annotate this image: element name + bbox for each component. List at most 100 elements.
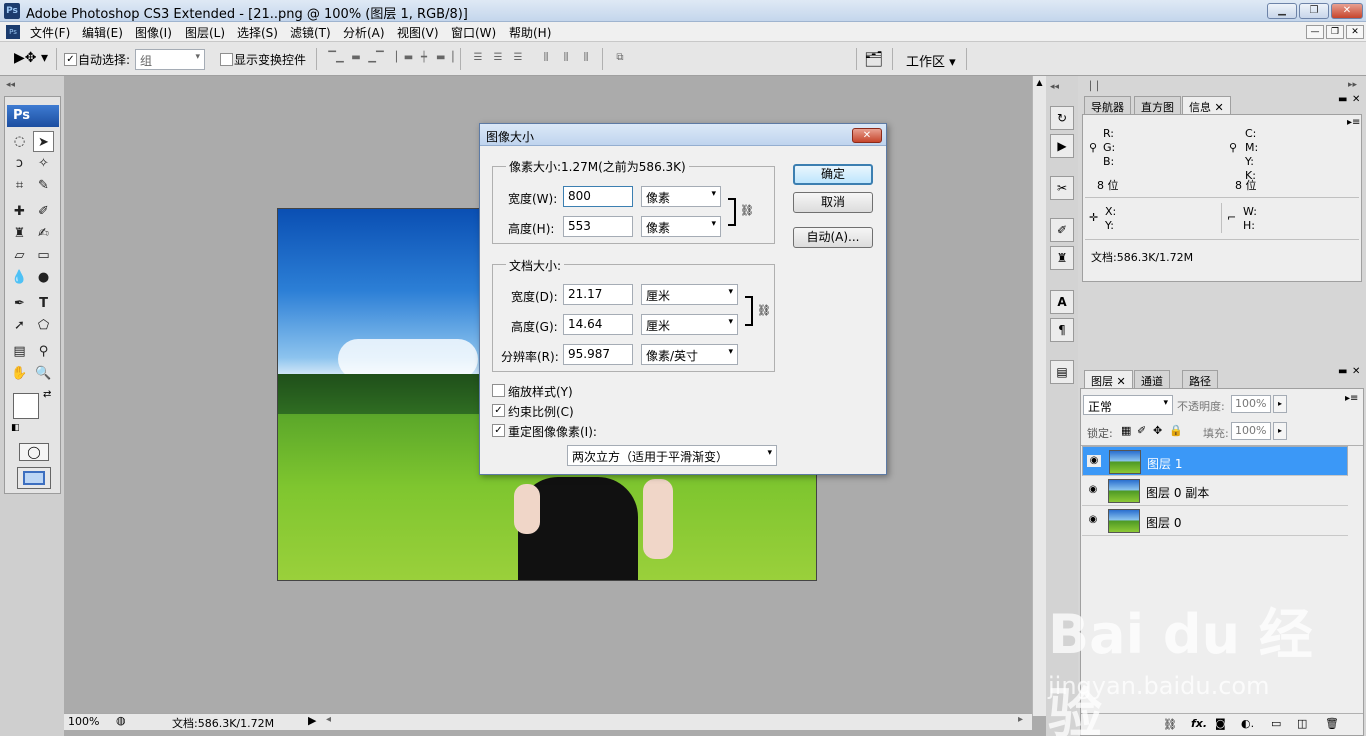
shape-tool-icon[interactable]: ⬠ — [33, 315, 54, 336]
close-button[interactable]: ✕ — [1331, 3, 1363, 19]
doc-width-unit-dropdown[interactable]: 厘米 ▾ — [641, 284, 738, 305]
lasso-tool-icon[interactable]: ↄ — [9, 153, 30, 174]
clone-source-icon[interactable]: ♜ — [1050, 246, 1074, 270]
lock-pixels-icon[interactable]: ✐ — [1137, 424, 1146, 437]
tab-histogram[interactable]: 直方图 — [1134, 96, 1181, 114]
opacity-input[interactable]: 100% — [1231, 395, 1271, 413]
zoom-tool-icon[interactable]: 🔍 — [33, 363, 54, 384]
dialog-close-button[interactable]: ✕ — [852, 128, 882, 143]
distribute-left-icon[interactable]: ⫼ — [538, 52, 554, 66]
cancel-button[interactable]: 取消 — [793, 192, 873, 213]
blend-mode-dropdown[interactable]: 正常 ▾ — [1083, 395, 1173, 415]
quick-mask-icon[interactable]: ◯ — [19, 443, 49, 461]
distribute-vcenter-icon[interactable]: ☰ — [490, 52, 506, 66]
menu-file[interactable]: 文件(F) — [30, 24, 70, 41]
notes-tool-icon[interactable]: ▤ — [9, 341, 30, 362]
swap-colors-icon[interactable]: ⇄ — [43, 389, 51, 400]
expand-dock-icon[interactable]: ◂◂ — [1050, 82, 1059, 92]
layer-row[interactable]: ◉ 图层 1 — [1082, 446, 1348, 476]
auto-select-dropdown[interactable]: 组 ▾ — [135, 49, 205, 70]
align-vcenter-icon[interactable]: ▬ — [348, 52, 364, 66]
layer-row[interactable]: ◉ 图层 0 副本 — [1082, 476, 1348, 506]
menu-filter[interactable]: 滤镜(T) — [290, 24, 331, 41]
doc-close-button[interactable]: ✕ — [1346, 25, 1364, 39]
resample-method-dropdown[interactable]: 两次立方（适用于平滑渐变） ▾ — [567, 445, 777, 466]
align-bottom-icon[interactable]: ▁▔ — [368, 52, 384, 66]
document-icon[interactable]: Ps — [6, 25, 20, 39]
status-icon[interactable]: ◍ — [116, 714, 126, 727]
crop-tool-icon[interactable]: ⌗ — [9, 175, 30, 196]
scale-styles-label[interactable]: 缩放样式(Y) — [508, 383, 573, 400]
tab-paths[interactable]: 路径 — [1182, 370, 1218, 388]
panel-minimize-icon[interactable]: ▬ — [1338, 94, 1347, 105]
eraser-tool-icon[interactable]: ▱ — [9, 245, 30, 266]
panel-close-icon[interactable]: ✕ — [1352, 94, 1360, 105]
doc-minimize-button[interactable]: — — [1306, 25, 1324, 39]
menu-help[interactable]: 帮助(H) — [509, 24, 551, 41]
resolution-input[interactable]: 95.987 — [563, 344, 633, 365]
vertical-scrollbar[interactable]: ▲ — [1032, 76, 1046, 716]
menu-image[interactable]: 图像(I) — [135, 24, 172, 41]
visibility-eye-icon[interactable]: ◉ — [1086, 514, 1100, 526]
marquee-tool-icon[interactable]: ◌ — [9, 131, 30, 152]
constrain-proportions-label[interactable]: 约束比例(C) — [508, 403, 574, 420]
dialog-title-bar[interactable]: 图像大小 ✕ — [480, 124, 886, 146]
distribute-top-icon[interactable]: ☰ — [470, 52, 486, 66]
character-panel-icon[interactable]: A — [1050, 290, 1074, 314]
resample-checkbox[interactable]: ✓ — [492, 424, 505, 437]
workspace-menu[interactable]: 工作区 ▾ — [906, 51, 956, 70]
constrain-proportions-checkbox[interactable]: ✓ — [492, 404, 505, 417]
tab-layers[interactable]: 图层 ✕ — [1084, 370, 1133, 388]
menu-edit[interactable]: 编辑(E) — [82, 24, 123, 41]
fill-input[interactable]: 100% — [1231, 422, 1271, 440]
foreground-color-swatch[interactable] — [13, 393, 39, 419]
layer-comps-icon[interactable]: ▤ — [1050, 360, 1074, 384]
layer-name[interactable]: 图层 1 — [1147, 455, 1182, 472]
history-panel-icon[interactable]: ↻ — [1050, 106, 1074, 130]
slice-tool-icon[interactable]: ✎ — [33, 175, 54, 196]
pixel-height-unit-dropdown[interactable]: 像素 ▾ — [641, 216, 721, 237]
auto-align-layers-icon[interactable]: ⧉ — [612, 52, 628, 66]
visibility-eye-icon[interactable]: ◉ — [1086, 484, 1100, 496]
magic-wand-tool-icon[interactable]: ✧ — [33, 153, 54, 174]
path-selection-icon[interactable]: ➚ — [9, 315, 30, 336]
eyedropper-cmyk-icon[interactable]: ⚲ — [1229, 141, 1237, 154]
opacity-slider-button[interactable]: ▸ — [1273, 395, 1287, 413]
eyedropper-rgb-icon[interactable]: ⚲ — [1089, 141, 1097, 154]
menu-window[interactable]: 窗口(W) — [451, 24, 496, 41]
layers-close-icon[interactable]: ✕ — [1352, 366, 1360, 377]
screen-mode-icon[interactable] — [17, 467, 51, 489]
gradient-tool-icon[interactable]: ▭ — [33, 245, 54, 266]
collapse-panels-icon[interactable]: ▸▸ — [1348, 80, 1357, 90]
tab-channels[interactable]: 通道 — [1134, 370, 1170, 388]
move-tool-preset-icon[interactable]: ▶✥ ▾ — [14, 50, 48, 66]
align-top-icon[interactable]: ▔▁ — [328, 52, 344, 66]
zoom-level[interactable]: 100% — [68, 715, 99, 728]
move-tool-icon[interactable]: ➤ — [33, 131, 54, 152]
doc-restore-button[interactable]: ❐ — [1326, 25, 1344, 39]
auto-button[interactable]: 自动(A)... — [793, 227, 873, 248]
layer-name[interactable]: 图层 0 — [1146, 514, 1181, 531]
align-hcenter-icon[interactable]: ┿ — [416, 52, 432, 66]
type-tool-icon[interactable]: T — [33, 293, 54, 314]
layer-row[interactable]: ◉ 图层 0 — [1082, 506, 1348, 536]
resample-label[interactable]: 重定图像像素(I): — [508, 423, 597, 440]
distribute-bottom-icon[interactable]: ☰ — [510, 52, 526, 66]
menu-view[interactable]: 视图(V) — [397, 24, 439, 41]
show-transform-checkbox[interactable] — [220, 53, 233, 66]
doc-height-unit-dropdown[interactable]: 厘米 ▾ — [641, 314, 738, 335]
status-menu-arrow-icon[interactable]: ▶ — [308, 714, 316, 727]
lock-position-icon[interactable]: ✥ — [1153, 424, 1162, 437]
dodge-tool-icon[interactable]: ● — [33, 267, 54, 288]
visibility-eye-icon[interactable]: ◉ — [1087, 455, 1101, 467]
tab-navigator[interactable]: 导航器 — [1084, 96, 1131, 114]
layer-name[interactable]: 图层 0 副本 — [1146, 484, 1209, 501]
lock-all-icon[interactable]: 🔒 — [1169, 424, 1183, 437]
brush-tool-icon[interactable]: ✐ — [33, 201, 54, 222]
ok-button[interactable]: 确定 — [793, 164, 873, 185]
scale-styles-checkbox[interactable] — [492, 384, 505, 397]
fill-slider-button[interactable]: ▸ — [1273, 422, 1287, 440]
photoshop-badge[interactable]: Ps — [7, 105, 59, 127]
restore-button[interactable]: ❐ — [1299, 3, 1329, 19]
menu-layer[interactable]: 图层(L) — [185, 24, 225, 41]
